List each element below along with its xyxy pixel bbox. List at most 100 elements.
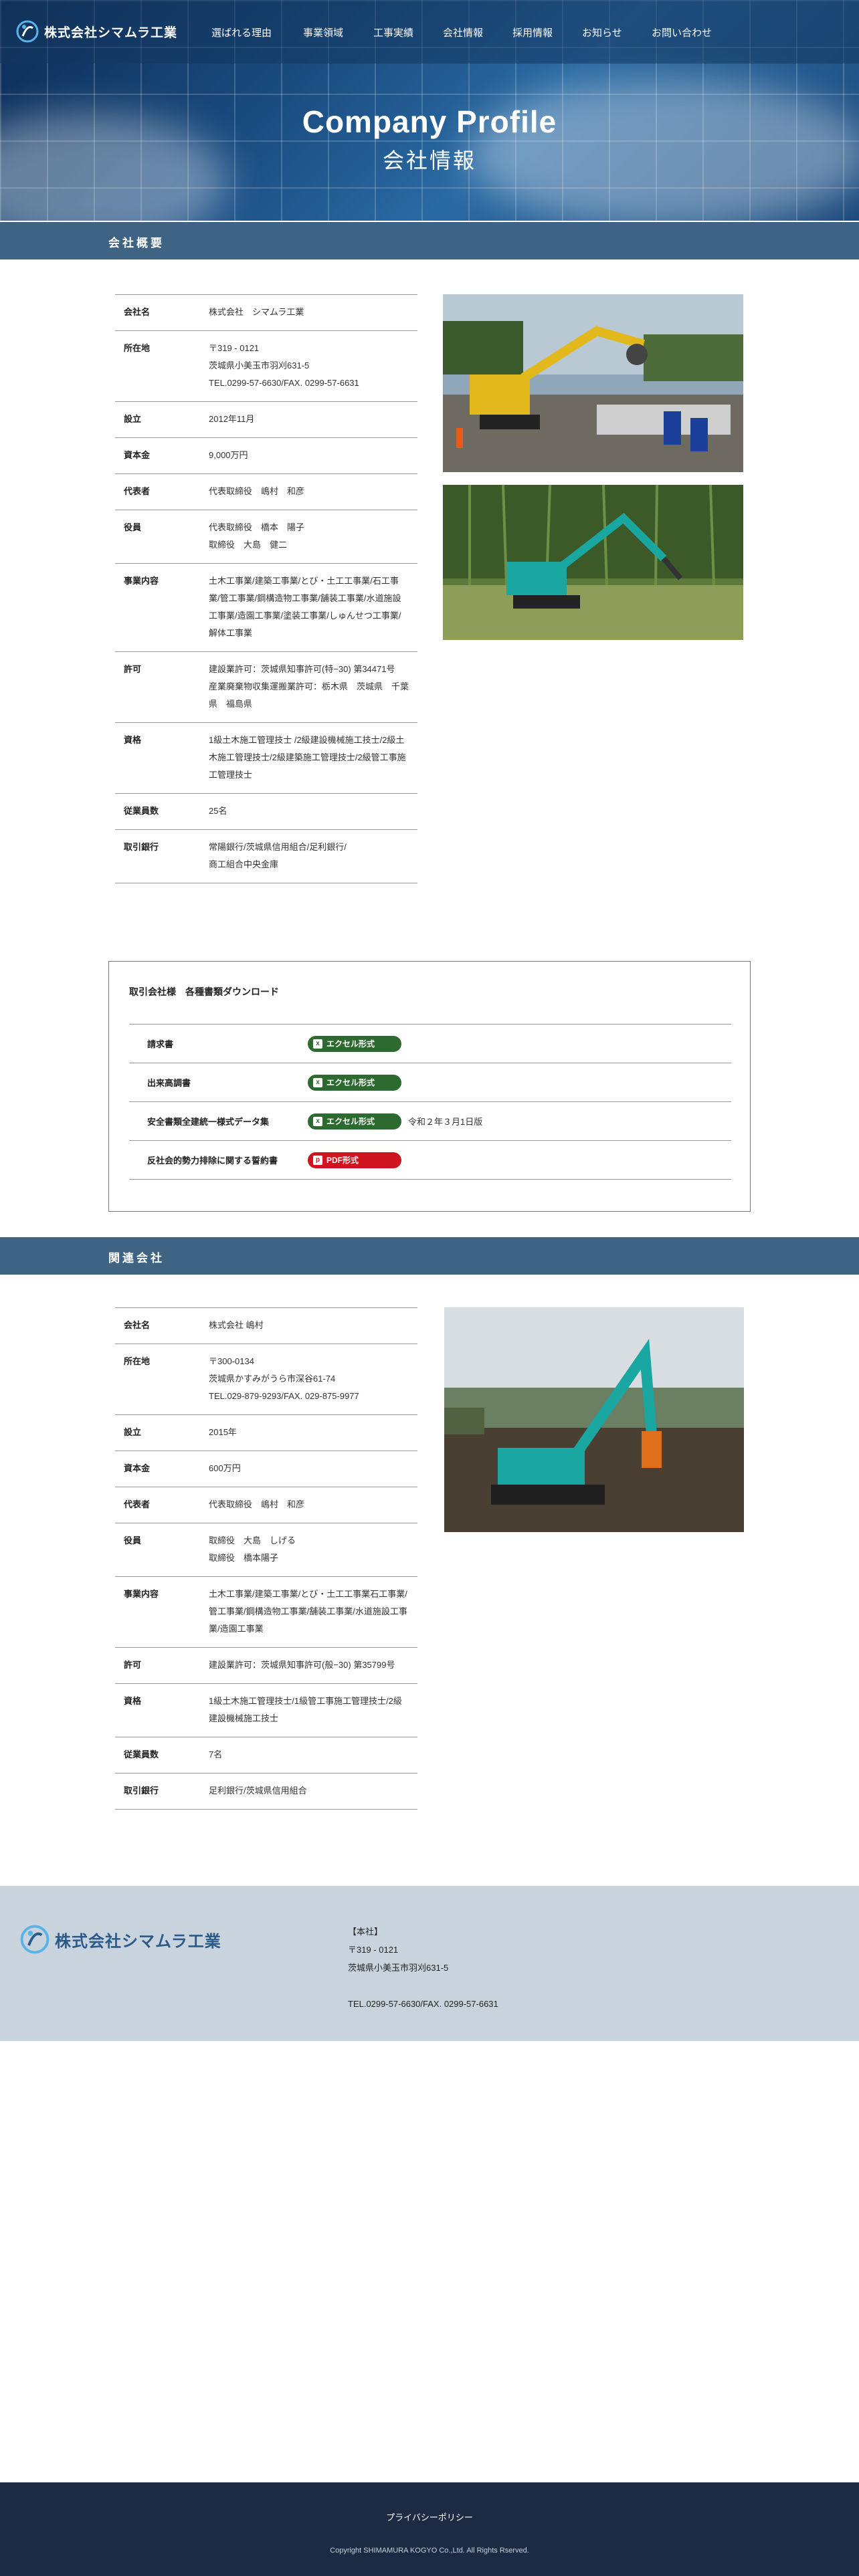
- info-label: 従業員数: [124, 806, 159, 816]
- info-row: 役員 代表取締役 橋本 陽子 取締役 大島 健二: [115, 510, 417, 564]
- section-header-overview: 会社概要: [0, 222, 859, 259]
- photo-excavator-work-site: [443, 294, 743, 472]
- info-row: 設立 2012年11月: [115, 402, 417, 438]
- download-button-label: エクセル形式: [326, 1039, 375, 1049]
- download-item-safety-documents: 安全書類全建統一様式データ集 x エクセル形式 令和２年３月1日版: [129, 1102, 731, 1141]
- info-label: 代表者: [124, 486, 151, 496]
- site-logo[interactable]: 株式会社シマムラ工業: [16, 20, 177, 43]
- bottom-bar: プライバシーポリシー Copyright SHIMAMURA KOGYO Co.…: [0, 2482, 859, 2576]
- info-value: 代表取締役 橋本 陽子 取締役 大島 健二: [209, 522, 305, 550]
- section-title: 会社概要: [108, 237, 165, 249]
- excel-download-button[interactable]: x エクセル形式: [308, 1074, 401, 1091]
- download-item-progress-report: 出来高調書 x エクセル形式: [129, 1063, 731, 1102]
- company-info-table: 会社名 株式会社 シマムラ工業 所在地 〒319 - 0121 茨城県小美玉市羽刈63…: [115, 294, 417, 883]
- footer-logo[interactable]: 株式会社シマムラ工業: [20, 1925, 221, 1954]
- site-footer: 株式会社シマムラ工業 【本社】 〒319 - 0121 茨城県小美玉市羽刈631…: [0, 1886, 859, 2041]
- info-label: 資本金: [124, 1463, 151, 1473]
- hero-subtitle: 会社情報: [382, 148, 476, 173]
- download-item-name: 安全書類全建統一様式データ集: [147, 1117, 270, 1127]
- section-header-related: 関連会社: [0, 1237, 859, 1275]
- pdf-download-button[interactable]: p PDF形式: [308, 1152, 401, 1168]
- privacy-policy-link[interactable]: プライバシーポリシー: [0, 2510, 859, 2523]
- info-label: 取引銀行: [124, 842, 159, 852]
- info-value: 建設業許可：茨城県知事許可(般−30) 第35799号: [209, 1660, 395, 1670]
- info-value: 足利銀行/茨城県信用組合: [209, 1786, 307, 1796]
- info-label: 設立: [124, 1427, 142, 1437]
- info-label: 所在地: [124, 1356, 151, 1366]
- logo-icon: [16, 20, 39, 43]
- download-item-name: 請求書: [147, 1039, 174, 1049]
- pdf-file-icon: p: [313, 1155, 322, 1165]
- info-row: 許可 建設業許可：茨城県知事許可(特−30) 第34471号 産業廃棄物収集運搬業…: [115, 652, 417, 723]
- download-button-label: エクセル形式: [326, 1117, 375, 1126]
- info-row: 従業員数 25名: [115, 794, 417, 830]
- excel-file-icon: x: [313, 1077, 322, 1087]
- footer-logo-text: 株式会社シマムラ工業: [55, 1932, 221, 1951]
- excel-download-button[interactable]: x エクセル形式: [308, 1035, 401, 1052]
- info-label: 役員: [124, 522, 142, 532]
- info-row: 代表者 代表取締役 嶋村 和彦: [115, 1487, 417, 1523]
- info-value: 土木工事業/建築工事業/とび・土工工事業/石工事業/管工事業/鋼構造物工事業/舗…: [209, 576, 401, 638]
- info-label: 事業内容: [124, 1589, 159, 1599]
- info-row: 資本金 9,000万円: [115, 438, 417, 474]
- download-button-label: PDF形式: [326, 1156, 359, 1165]
- info-value: 代表取締役 嶋村 和彦: [209, 1499, 305, 1509]
- info-label: 取引銀行: [124, 1786, 159, 1796]
- download-item-invoice: 請求書 x エクセル形式: [129, 1025, 731, 1063]
- photo-excavator-bamboo: [443, 485, 743, 640]
- info-row: 所在地 〒319 - 0121 茨城県小美玉市羽刈631-5 TEL.0299-5…: [115, 331, 417, 402]
- info-value: 〒300-0134 茨城県かすみがうら市深谷61-74 TEL.029-879-…: [209, 1356, 359, 1401]
- nav-item-recruit[interactable]: 採用情報: [512, 25, 582, 39]
- download-list: 請求書 x エクセル形式 出来高調書 x エクセル形式 安全書類全建統一様式データ集…: [129, 1024, 731, 1180]
- info-value: 1級土木施工管理技士/1級管工事施工管理技士/2級建設機械施工技士: [209, 1696, 402, 1723]
- nav-item-contact[interactable]: お問い合わせ: [652, 25, 712, 39]
- main-nav: 選ばれる理由 事業領域 工事実績 会社情報 採用情報 お知らせ お問い合わせ: [211, 25, 712, 39]
- info-row: 取引銀行 足利銀行/茨城県信用組合: [115, 1774, 417, 1810]
- info-value: 2015年: [209, 1427, 237, 1437]
- info-value: 土木工事業/建築工事業/とび・土工工事業石工事業/管工事業/鋼構造物工事業/舗装…: [209, 1589, 407, 1634]
- info-row: 事業内容 土木工事業/建築工事業/とび・土工工事業/石工事業/管工事業/鋼構造物工…: [115, 564, 417, 652]
- download-item-antisocial-pledge: 反社会的勢力排除に関する誓約書 p PDF形式: [129, 1141, 731, 1180]
- info-value: 株式会社 シマムラ工業: [209, 307, 304, 317]
- info-label: 許可: [124, 1660, 142, 1670]
- info-label: 資本金: [124, 450, 151, 460]
- download-button-label: エクセル形式: [326, 1078, 375, 1087]
- version-note: 令和２年３月1日版: [408, 1117, 483, 1127]
- nav-item-reasons[interactable]: 選ばれる理由: [211, 25, 303, 39]
- info-row: 許可 建設業許可：茨城県知事許可(般−30) 第35799号: [115, 1648, 417, 1684]
- photo-excavator-field: [444, 1307, 744, 1532]
- info-row: 役員 取締役 大島 しげる 取締役 橋本陽子: [115, 1523, 417, 1577]
- nav-item-news[interactable]: お知らせ: [582, 25, 652, 39]
- download-item-name: 反社会的勢力排除に関する誓約書: [147, 1156, 278, 1166]
- info-row: 事業内容 土木工事業/建築工事業/とび・土工工事業石工事業/管工事業/鋼構造物工事…: [115, 1577, 417, 1648]
- info-row: 会社名 株式会社 嶋村: [115, 1308, 417, 1344]
- info-value: 建設業許可：茨城県知事許可(特−30) 第34471号 産業廃棄物収集運搬業許可…: [209, 664, 409, 709]
- info-value: 2012年11月: [209, 414, 255, 424]
- info-label: 所在地: [124, 343, 151, 353]
- hero-title: Company Profile: [302, 104, 557, 139]
- download-item-name: 出来高調書: [147, 1078, 191, 1088]
- info-label: 役員: [124, 1535, 142, 1545]
- info-row: 資格 1級土木施工管理技士 /2級建設機械施工技士/2級土木施工管理技士/2級建築…: [115, 723, 417, 794]
- info-value: 1級土木施工管理技士 /2級建設機械施工技士/2級土木施工管理技士/2級建築施工…: [209, 735, 406, 780]
- info-label: 代表者: [124, 1499, 151, 1509]
- excel-file-icon: x: [313, 1039, 322, 1049]
- info-row: 代表者 代表取締役 嶋村 和彦: [115, 474, 417, 510]
- nav-item-works[interactable]: 工事実績: [373, 25, 443, 39]
- info-value: 代表取締役 嶋村 和彦: [209, 486, 305, 496]
- logo-text: 株式会社シマムラ工業: [44, 25, 178, 40]
- excel-download-button[interactable]: x エクセル形式: [308, 1113, 401, 1130]
- footer-address: 【本社】 〒319 - 0121 茨城県小美玉市羽刈631-5 TEL.0299…: [348, 1927, 498, 2009]
- info-label: 資格: [124, 735, 142, 745]
- info-row: 所在地 〒300-0134 茨城県かすみがうら市深谷61-74 TEL.029-8…: [115, 1344, 417, 1415]
- excel-file-icon: x: [313, 1116, 322, 1126]
- related-company-info-table: 会社名 株式会社 嶋村所在地 〒300-0134 茨城県かすみがうら市深谷61-74…: [115, 1307, 417, 1810]
- nav-item-business[interactable]: 事業領域: [303, 25, 373, 39]
- info-label: 資格: [124, 1696, 142, 1706]
- nav-item-company[interactable]: 会社情報: [443, 25, 512, 39]
- section-title: 関連会社: [108, 1252, 165, 1265]
- info-label: 設立: [124, 414, 142, 424]
- copyright: Copyright SHIMAMURA KOGYO Co.,Ltd. All R…: [330, 2547, 529, 2555]
- info-value: 600万円: [209, 1463, 241, 1473]
- info-row: 資格 1級土木施工管理技士/1級管工事施工管理技士/2級建設機械施工技士: [115, 1684, 417, 1737]
